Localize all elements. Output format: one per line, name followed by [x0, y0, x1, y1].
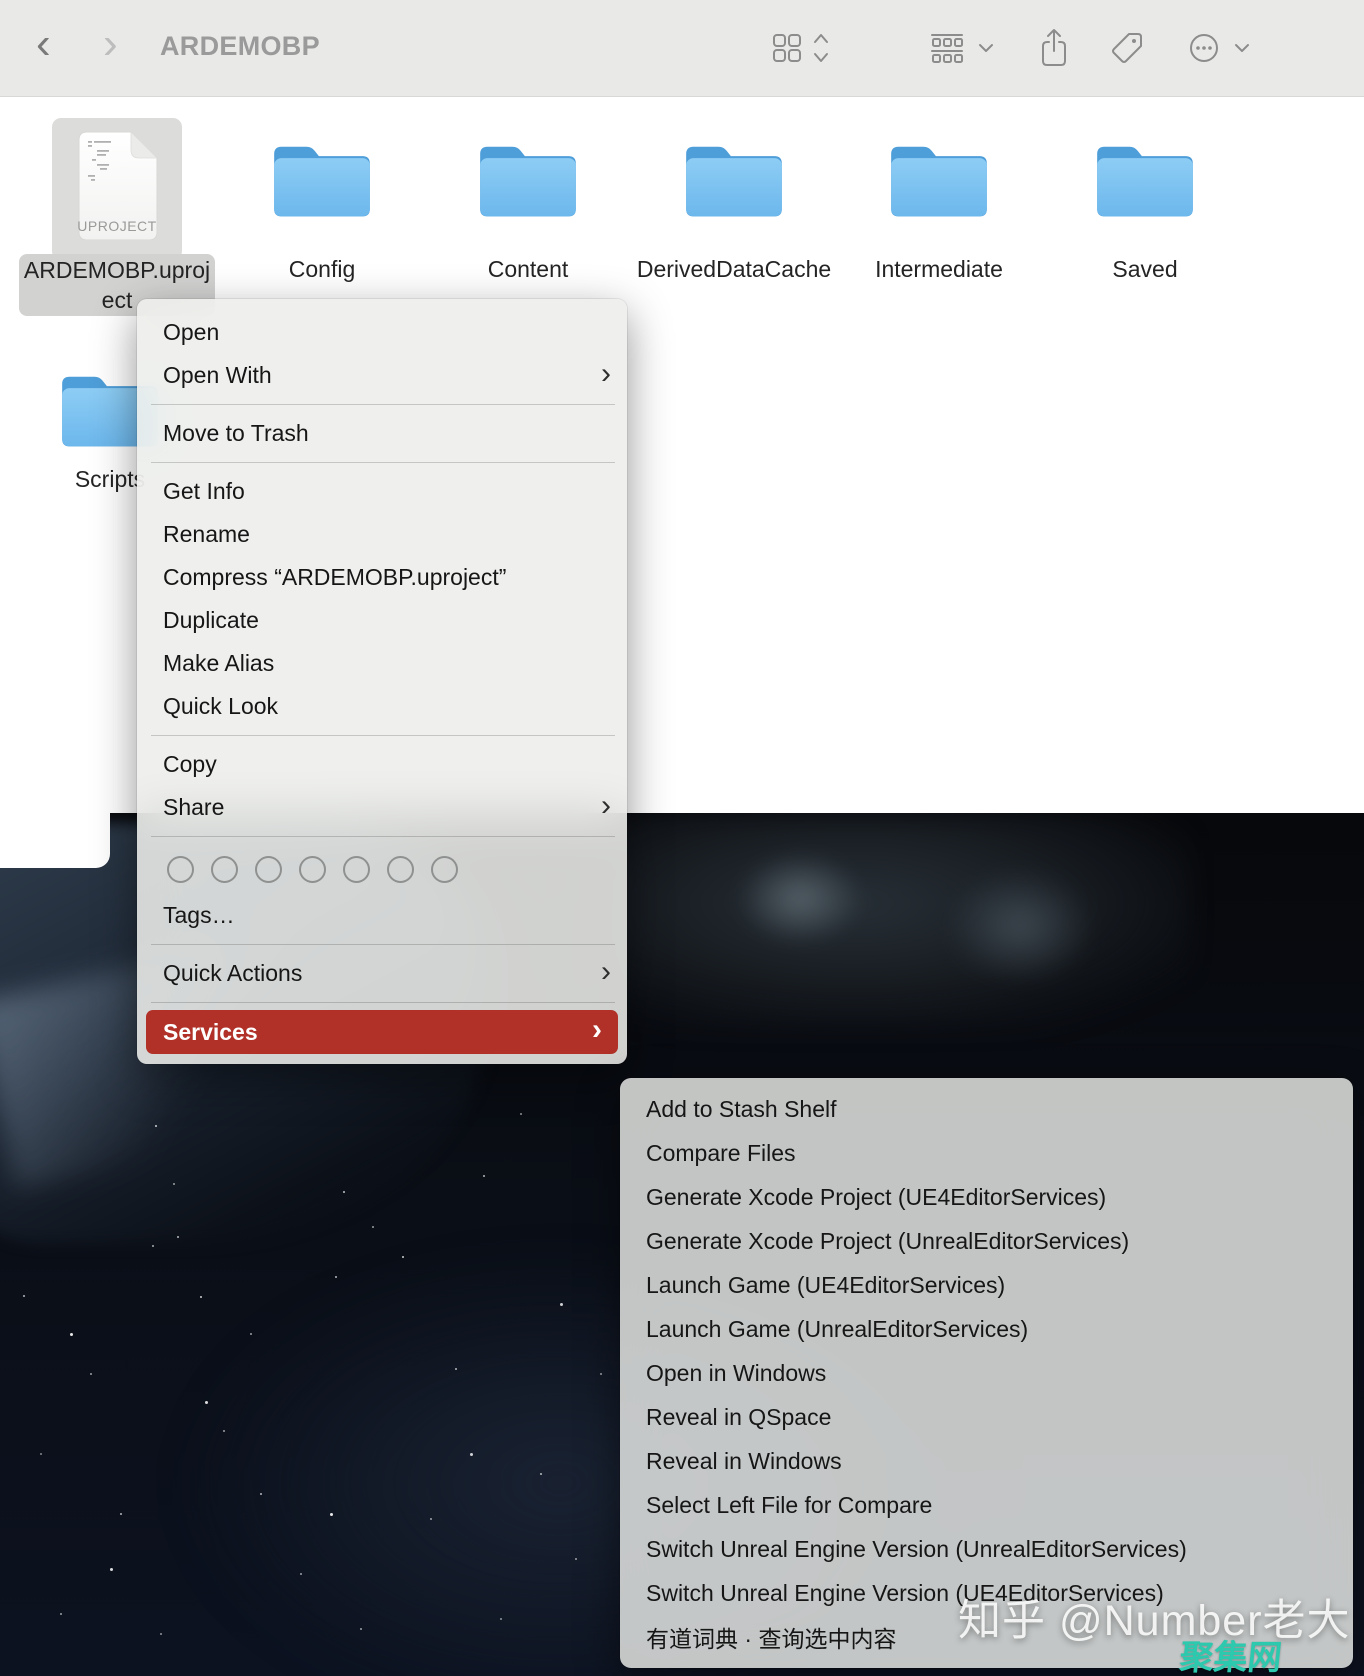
- submenu-item-switch-engine-unreal[interactable]: Switch Unreal Engine Version (UnrealEdit…: [620, 1527, 1353, 1571]
- submenu-item-add-to-stash-shelf[interactable]: Add to Stash Shelf: [620, 1087, 1353, 1131]
- folder-icon: [887, 136, 991, 224]
- menu-item-tags[interactable]: Tags…: [137, 894, 627, 937]
- submenu-item-generate-xcode-unreal[interactable]: Generate Xcode Project (UnrealEditorServ…: [620, 1219, 1353, 1263]
- folder-item-saved[interactable]: Saved: [1043, 116, 1247, 330]
- menu-item-share[interactable]: Share ›: [137, 786, 627, 829]
- finder-toolbar: ‹ › ARDEMOBP: [0, 0, 1364, 97]
- group-by-button[interactable]: [925, 26, 969, 70]
- submenu-item-launch-game-ue4[interactable]: Launch Game (UE4EditorServices): [620, 1263, 1353, 1307]
- tag-color-circle[interactable]: [431, 856, 458, 883]
- folder-label: Config: [222, 254, 422, 284]
- window-bottom-corner: [0, 813, 110, 868]
- context-menu: Open Open With › Move to Trash Get Info …: [137, 299, 627, 1064]
- submenu-item-compare-files[interactable]: Compare Files: [620, 1131, 1353, 1175]
- tag-color-circle[interactable]: [299, 856, 326, 883]
- window-title: ARDEMOBP: [160, 31, 320, 62]
- chevron-right-icon: ›: [601, 364, 611, 384]
- chevron-right-icon: ›: [601, 962, 611, 982]
- submenu-item-reveal-in-windows[interactable]: Reveal in Windows: [620, 1439, 1353, 1483]
- menu-separator: [151, 944, 615, 945]
- menu-item-services[interactable]: Services ›: [146, 1010, 618, 1054]
- services-submenu: Add to Stash Shelf Compare Files Generat…: [620, 1078, 1353, 1668]
- menu-item-compress[interactable]: Compress “ARDEMOBP.uproject”: [137, 556, 627, 599]
- tag-color-circle[interactable]: [255, 856, 282, 883]
- menu-item-open[interactable]: Open: [137, 311, 627, 354]
- menu-separator: [151, 1002, 615, 1003]
- grid-view-icon: [770, 31, 804, 65]
- rock-highlight: [735, 851, 865, 946]
- folder-label: Content: [428, 254, 628, 284]
- tag-color-row: [137, 844, 627, 894]
- group-sort-icon: [928, 31, 966, 65]
- menu-item-make-alias[interactable]: Make Alias: [137, 642, 627, 685]
- folder-item-content[interactable]: Content: [426, 116, 630, 330]
- submenu-item-generate-xcode-ue4[interactable]: Generate Xcode Project (UE4EditorService…: [620, 1175, 1353, 1219]
- tag-color-circle[interactable]: [343, 856, 370, 883]
- share-button[interactable]: [1032, 26, 1076, 70]
- rock-highlight: [945, 868, 1095, 983]
- submenu-item-open-in-windows[interactable]: Open in Windows: [620, 1351, 1353, 1395]
- tag-color-circle[interactable]: [167, 856, 194, 883]
- chevron-down-icon: [1233, 41, 1251, 55]
- menu-separator: [151, 735, 615, 736]
- menu-item-get-info[interactable]: Get Info: [137, 470, 627, 513]
- menu-item-duplicate[interactable]: Duplicate: [137, 599, 627, 642]
- folder-label: Intermediate: [839, 254, 1039, 284]
- folder-item-intermediate[interactable]: Intermediate: [837, 116, 1041, 330]
- folder-icon: [476, 136, 580, 224]
- chevron-right-icon: ›: [601, 796, 611, 816]
- watermark-text: 知乎 @Number老大: [958, 1586, 1351, 1648]
- menu-separator: [151, 462, 615, 463]
- group-by-dropdown[interactable]: [972, 26, 1000, 70]
- back-button[interactable]: ‹: [36, 14, 51, 74]
- more-options-button[interactable]: [1182, 26, 1226, 70]
- file-item-uproject[interactable]: UPROJECT ARDEMOBP.uproject: [15, 116, 219, 330]
- more-options-dropdown[interactable]: [1228, 26, 1256, 70]
- folder-icon: [1093, 136, 1197, 224]
- tag-color-circle[interactable]: [387, 856, 414, 883]
- screen: ‹ › ARDEMOBP: [0, 0, 1364, 1676]
- forward-button[interactable]: ›: [103, 14, 118, 74]
- tag-icon: [1109, 30, 1145, 66]
- watermark-logo-text: 聚集网: [1177, 1630, 1284, 1676]
- menu-item-copy[interactable]: Copy: [137, 743, 627, 786]
- icon-view-button[interactable]: [765, 26, 809, 70]
- menu-item-move-to-trash[interactable]: Move to Trash: [137, 412, 627, 455]
- menu-item-quick-actions[interactable]: Quick Actions ›: [137, 952, 627, 995]
- rock-texture: [610, 813, 1190, 1028]
- folder-label: DerivedDataCache: [634, 254, 834, 284]
- tag-color-circle[interactable]: [211, 856, 238, 883]
- view-size-stepper[interactable]: [806, 26, 836, 70]
- submenu-item-select-left-file[interactable]: Select Left File for Compare: [620, 1483, 1353, 1527]
- submenu-item-launch-game-unreal[interactable]: Launch Game (UnrealEditorServices): [620, 1307, 1353, 1351]
- folder-label: Saved: [1045, 254, 1245, 284]
- share-icon: [1037, 27, 1071, 69]
- selection-highlight: UPROJECT: [52, 118, 182, 260]
- folder-item-config[interactable]: Config: [220, 116, 424, 330]
- menu-item-rename[interactable]: Rename: [137, 513, 627, 556]
- chevrons-up-down-icon: [811, 29, 831, 67]
- folder-item-deriveddatacache[interactable]: DerivedDataCache: [632, 116, 836, 330]
- menu-separator: [151, 404, 615, 405]
- menu-separator: [151, 836, 615, 837]
- tags-button[interactable]: [1105, 26, 1149, 70]
- chevron-right-icon: ›: [592, 1020, 602, 1040]
- folder-icon: [270, 136, 374, 224]
- menu-item-open-with[interactable]: Open With ›: [137, 354, 627, 397]
- chevron-down-icon: [977, 41, 995, 55]
- menu-item-quick-look[interactable]: Quick Look: [137, 685, 627, 728]
- folder-icon: [682, 136, 786, 224]
- file-type-badge: UPROJECT: [52, 218, 182, 234]
- submenu-item-reveal-in-qspace[interactable]: Reveal in QSpace: [620, 1395, 1353, 1439]
- more-options-icon: [1186, 30, 1222, 66]
